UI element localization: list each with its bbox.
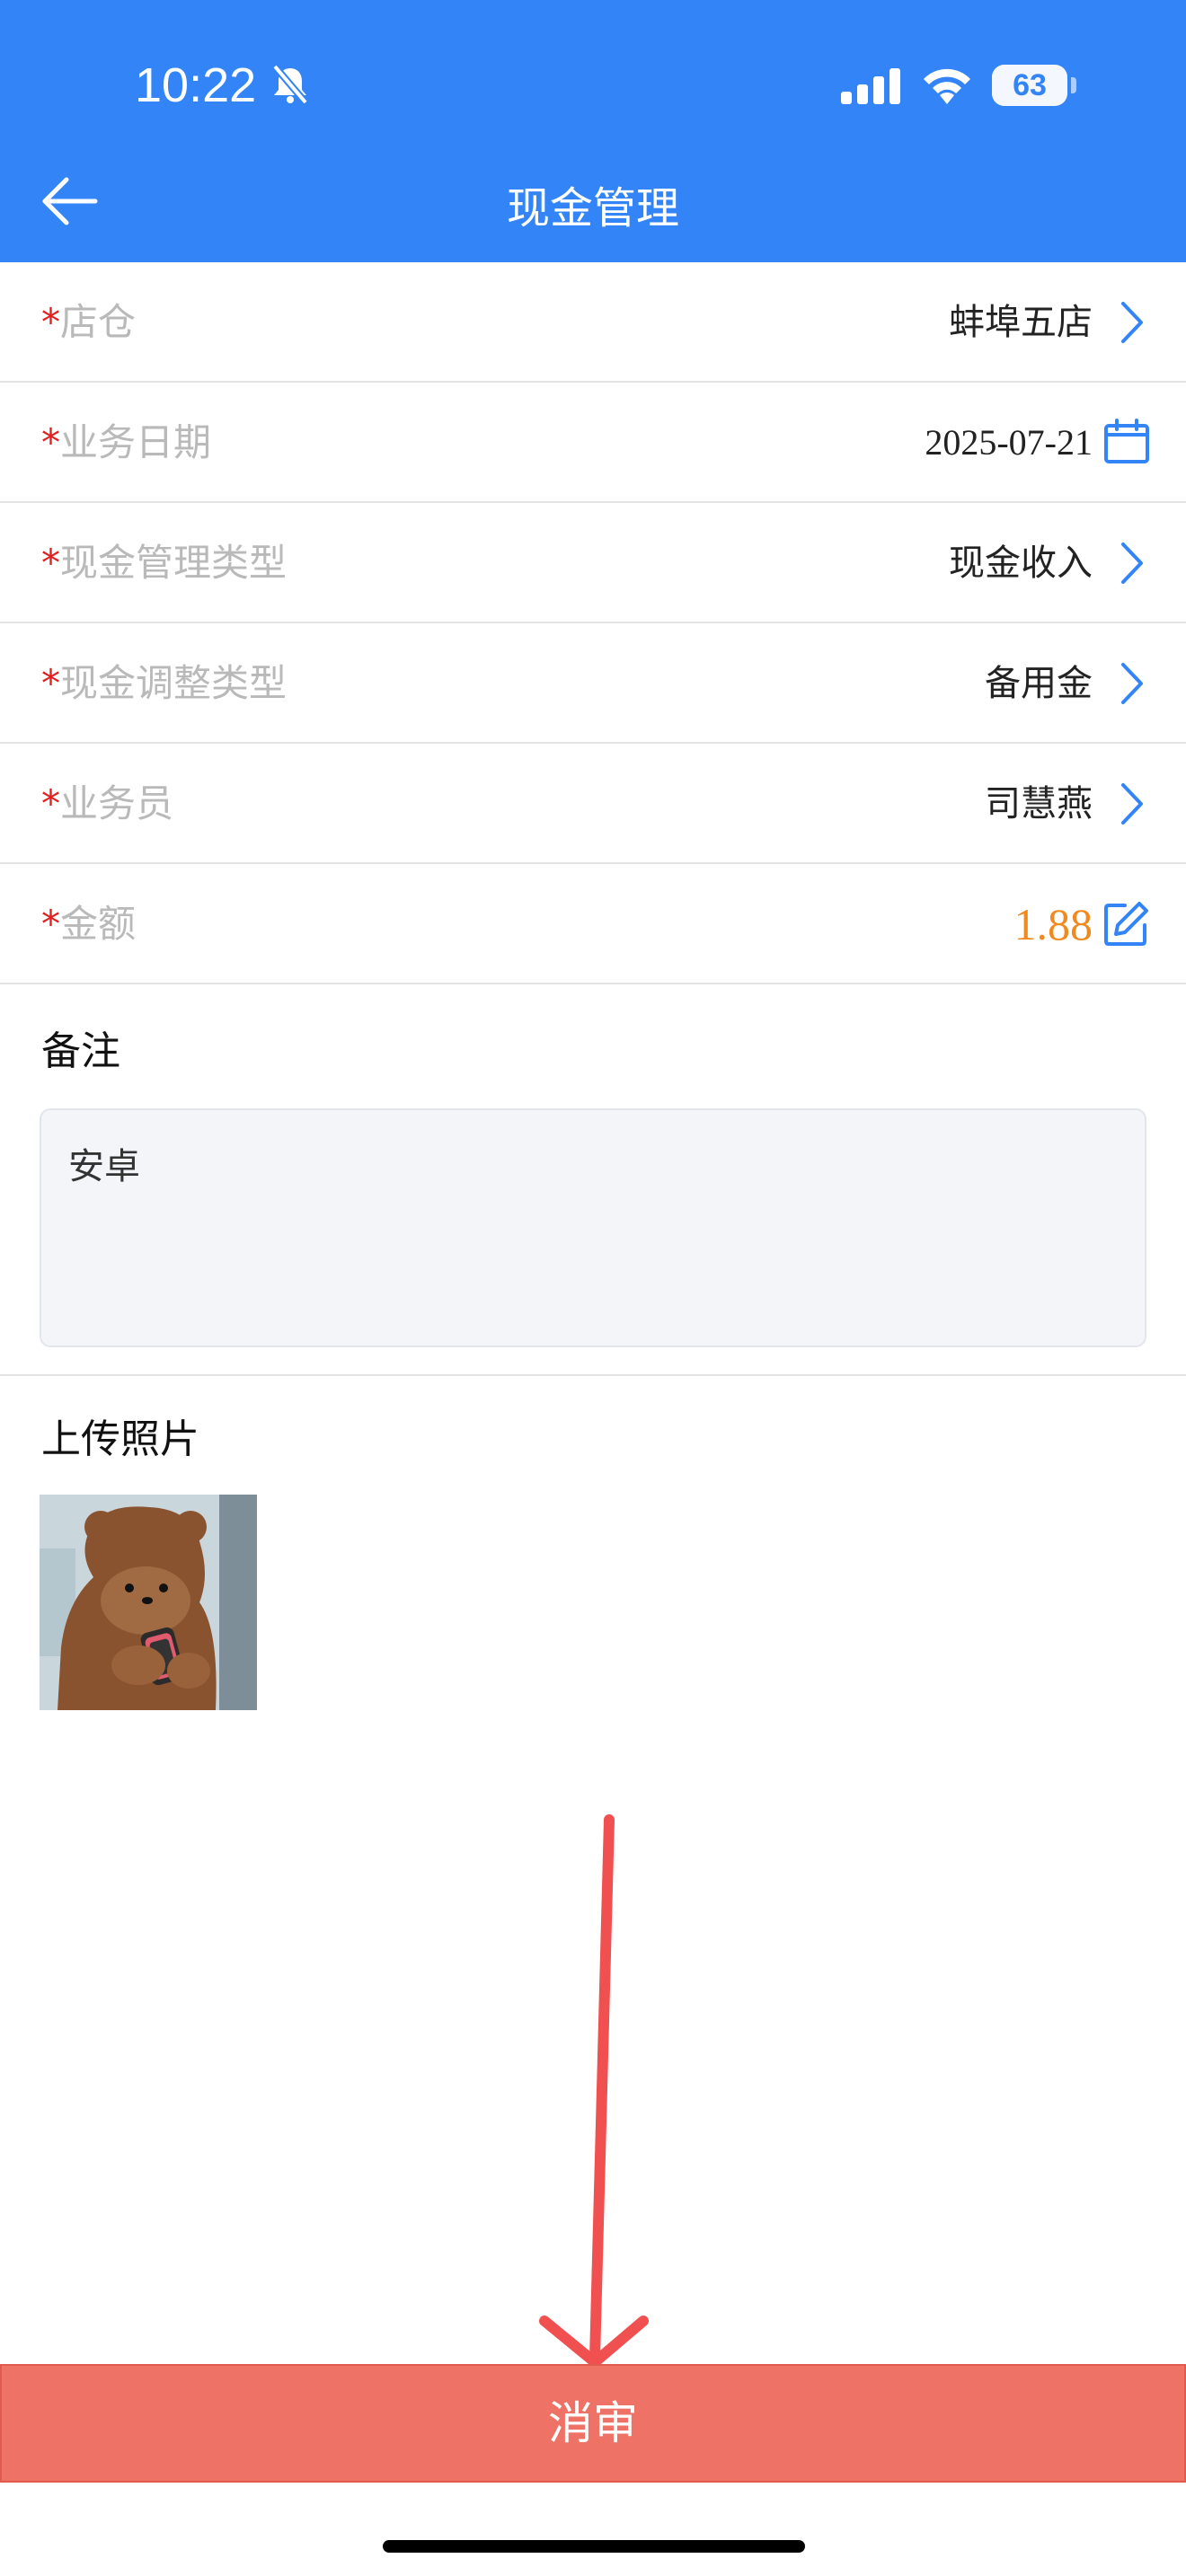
calendar-icon[interactable] [1103, 419, 1150, 469]
wifi-icon [920, 65, 974, 108]
bear-photo-image [40, 1495, 257, 1710]
form-row-store[interactable]: *店仓 蚌埠五店 [0, 262, 1186, 383]
required-mark: * [41, 541, 60, 585]
battery-percent: 63 [1013, 68, 1047, 102]
required-mark: * [41, 661, 60, 705]
business-date-label: *业务日期 [41, 383, 211, 503]
cash-management-type-label: *现金管理类型 [41, 503, 287, 623]
amount-label-text: 金额 [60, 902, 137, 946]
form-row-salesperson[interactable]: *业务员 司慧燕 [0, 744, 1186, 864]
required-mark: * [41, 420, 60, 464]
form-row-cash-adjust-type[interactable]: *现金调整类型 备用金 [0, 623, 1186, 744]
app-header: 10:22 63 现金管理 [0, 0, 1186, 262]
upload-photo-title: 上传照片 [41, 1416, 199, 1462]
remark-textarea[interactable]: 安卓 [40, 1108, 1146, 1347]
form-row-business-date[interactable]: *业务日期 2025-07-21 [0, 383, 1186, 503]
uploaded-photo-thumbnail[interactable] [40, 1495, 257, 1710]
bell-muted-icon [270, 63, 311, 110]
store-value: 蚌埠五店 [949, 302, 1093, 343]
remark-title: 备注 [41, 1028, 120, 1074]
status-time: 10:22 [135, 58, 257, 112]
salesperson-label-text: 业务员 [60, 781, 174, 825]
chevron-right-icon[interactable] [1114, 300, 1150, 348]
cash-adjust-type-value: 备用金 [985, 663, 1093, 704]
signal-icon [841, 68, 900, 108]
edit-icon[interactable] [1103, 900, 1150, 950]
form-row-cash-management-type[interactable]: *现金管理类型 现金收入 [0, 503, 1186, 623]
business-date-label-text: 业务日期 [60, 420, 212, 464]
page-title: 现金管理 [506, 183, 679, 234]
required-mark: * [41, 300, 60, 344]
salesperson-value: 司慧燕 [985, 783, 1093, 825]
chevron-right-icon[interactable] [1114, 781, 1150, 830]
required-mark: * [41, 902, 60, 946]
form-row-amount[interactable]: *金额 1.88 [0, 864, 1186, 984]
chevron-right-icon[interactable] [1114, 661, 1150, 710]
salesperson-label: *业务员 [41, 744, 173, 864]
cash-adjust-type-label-text: 现金调整类型 [60, 661, 288, 705]
amount-label: *金额 [41, 864, 136, 984]
battery-tip [1071, 77, 1076, 93]
cash-management-type-value: 现金收入 [949, 543, 1093, 584]
required-mark: * [41, 781, 60, 825]
store-label: *店仓 [41, 262, 136, 383]
remark-text: 安卓 [68, 1146, 140, 1187]
battery-indicator: 63 [992, 65, 1067, 106]
business-date-value: 2025-07-21 [925, 422, 1093, 463]
section-divider [0, 1374, 1186, 1376]
cash-management-type-label-text: 现金管理类型 [60, 541, 288, 585]
unapprove-button[interactable]: 消审 [0, 2364, 1186, 2483]
home-indicator [383, 2540, 805, 2553]
cash-adjust-type-label: *现金调整类型 [41, 623, 287, 744]
store-label-text: 店仓 [60, 300, 137, 344]
chevron-right-icon[interactable] [1114, 541, 1150, 589]
amount-value: 1.88 [1013, 899, 1093, 949]
